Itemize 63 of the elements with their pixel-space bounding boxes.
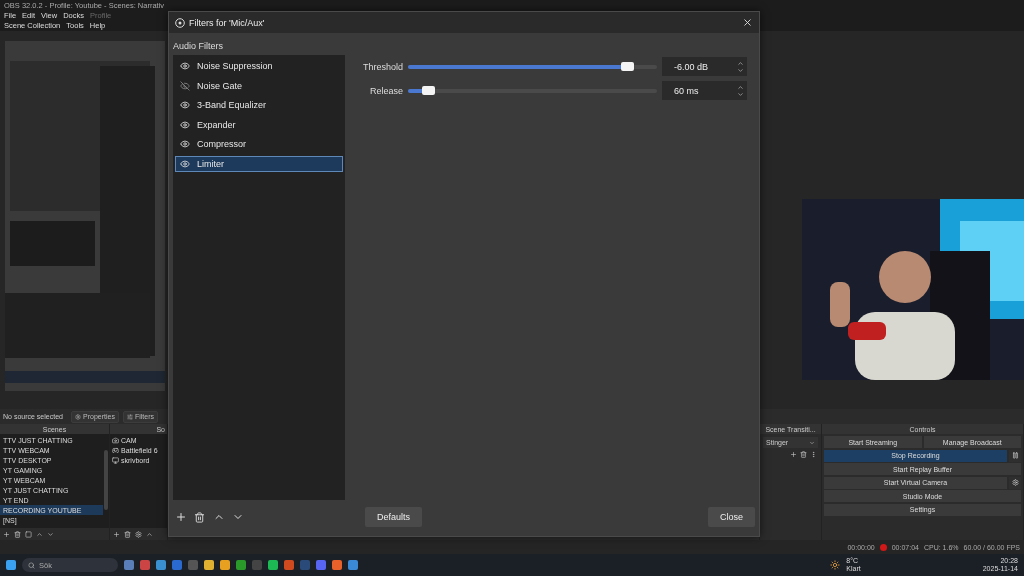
add-icon[interactable]	[790, 451, 797, 458]
pause-button[interactable]	[1009, 449, 1021, 462]
search-icon	[28, 561, 35, 569]
close-icon[interactable]	[742, 17, 753, 28]
spin-down-icon[interactable]	[737, 66, 744, 74]
filter-name: Noise Suppression	[197, 61, 273, 71]
filter-name: Compressor	[197, 139, 246, 149]
add-icon[interactable]	[3, 530, 10, 538]
trash-icon[interactable]	[124, 530, 131, 538]
slider-thumb[interactable]	[621, 61, 635, 71]
camera-icon	[112, 436, 119, 444]
weather-icon	[830, 560, 841, 570]
spin-up-icon[interactable]	[737, 59, 744, 67]
trash-icon[interactable]	[14, 530, 21, 538]
eye-icon[interactable]	[180, 61, 190, 71]
setting-label: Release	[368, 85, 403, 96]
defaults-button[interactable]: Defaults	[365, 507, 423, 527]
filter-item[interactable]: Noise Suppression	[175, 58, 343, 74]
spin-up-icon[interactable]	[737, 83, 744, 91]
dialog-title: Filters for 'Mic/Aux'	[189, 17, 266, 28]
monitor-icon	[112, 456, 119, 464]
setting-label: Threshold	[361, 61, 403, 72]
eye-icon[interactable]	[180, 139, 190, 149]
add-icon[interactable]	[113, 530, 120, 538]
filter-item[interactable]: Compressor	[175, 136, 343, 152]
slider-thumb[interactable]	[421, 85, 435, 95]
filter-item[interactable]: Noise Gate	[175, 77, 343, 94]
slider-track[interactable]	[408, 88, 657, 93]
filter-name: Limiter	[197, 158, 224, 169]
section-title: Audio Filters	[173, 41, 225, 51]
eye-icon[interactable]	[180, 158, 190, 169]
up-icon[interactable]	[36, 530, 43, 538]
gear-icon[interactable]	[135, 530, 142, 538]
filter-item[interactable]: Limiter	[175, 155, 343, 172]
value-field[interactable]: 60 ms	[662, 81, 747, 100]
down-icon[interactable]	[47, 530, 54, 538]
eye-icon[interactable]	[180, 119, 190, 130]
pause-icon	[1011, 452, 1019, 459]
filter-name: Expander	[197, 119, 236, 130]
trash-icon[interactable]	[800, 451, 807, 458]
eye-off-icon[interactable]	[180, 80, 190, 91]
record-icon	[879, 543, 887, 551]
settings-button[interactable]	[1009, 476, 1021, 489]
start-icon[interactable]	[6, 560, 16, 570]
spin-down-icon[interactable]	[737, 90, 744, 98]
gear-icon	[75, 413, 81, 420]
gear-icon	[1011, 479, 1019, 486]
trash-icon	[194, 511, 205, 523]
filter-item[interactable]: 3-Band Equalizer	[175, 97, 343, 113]
sliders-icon	[126, 413, 133, 420]
filter-item[interactable]: Expander	[175, 116, 343, 133]
delete-button[interactable]	[192, 509, 207, 525]
filter-name: 3-Band Equalizer	[197, 100, 267, 110]
filter-name: Noise Gate	[197, 80, 243, 91]
up-icon[interactable]	[146, 530, 153, 538]
scrollbar[interactable]	[104, 450, 108, 510]
eye-icon[interactable]	[180, 100, 190, 110]
value-field[interactable]: -6.00 dB	[662, 57, 747, 76]
app-logo-icon	[175, 17, 185, 28]
close-button[interactable]: Close	[708, 507, 755, 527]
gamepad-icon	[112, 446, 119, 454]
plus-icon	[174, 511, 187, 523]
caret-icon	[809, 439, 815, 446]
